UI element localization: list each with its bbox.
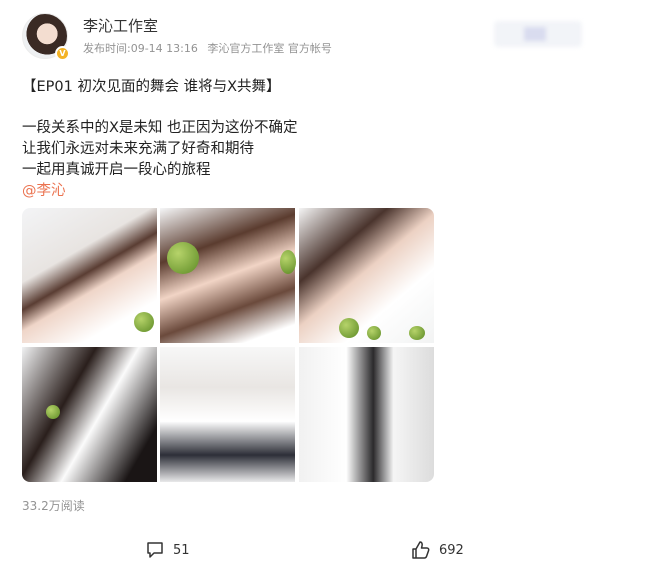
like-count: 692 [439,542,464,558]
photo-6[interactable] [299,347,434,482]
post-text: 【EP01 初次见面的舞会 谁将与X共舞】 一段关系中的X是未知 也正因为这份不… [22,77,298,202]
like-icon [412,541,430,559]
photo-2[interactable] [160,208,296,343]
photo-3[interactable] [299,208,434,343]
blurred-follow-button[interactable] [494,21,582,47]
photo-5[interactable] [160,347,295,482]
post-meta: 发布时间:09-14 13:16 李沁官方工作室 官方帐号 [83,40,338,56]
read-count: 33.2万阅读 [22,499,85,513]
mention-link[interactable]: @李沁 [22,181,298,202]
verified-badge-icon: V [55,46,70,61]
comment-icon [147,542,163,558]
like-button[interactable]: 692 [411,538,464,562]
account-tag: 李沁官方工作室 官方帐号 [207,42,332,55]
comment-button[interactable]: 51 [145,538,190,562]
post-line: 一段关系中的X是未知 也正因为这份不确定 [22,120,298,136]
photo-1[interactable] [22,208,157,343]
comment-count: 51 [173,542,190,558]
post-title: 【EP01 初次见面的舞会 谁将与X共舞】 [22,79,281,95]
photo-4[interactable] [22,347,157,482]
post-line: 让我们永远对未来充满了好奇和期待 [22,141,254,157]
post-header: V 李沁工作室 发布时间:09-14 13:16 李沁官方工作室 官方帐号 [22,13,622,63]
photo-grid [22,208,434,482]
post-line: 一起用真诚开启一段心的旅程 [22,162,211,178]
author-name[interactable]: 李沁工作室 [83,15,158,36]
action-bar: 51 692 [0,538,650,562]
post-time: 发布时间:09-14 13:16 [83,42,198,55]
